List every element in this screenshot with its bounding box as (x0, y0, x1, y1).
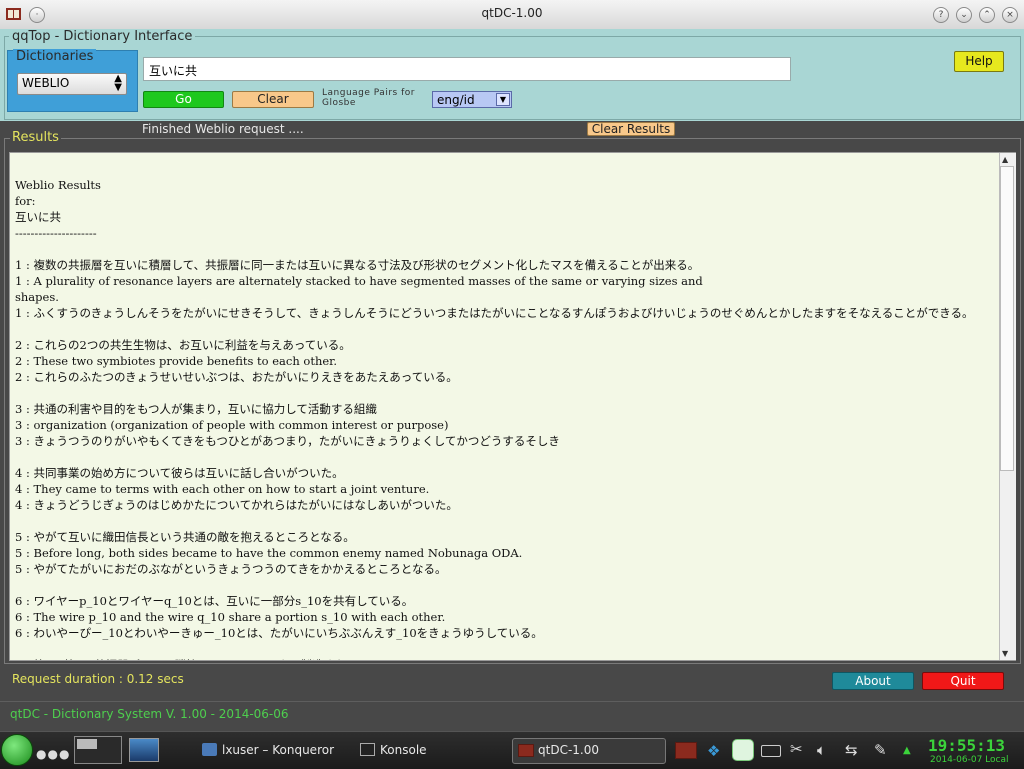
minimize-icon[interactable]: ⌄ (956, 7, 972, 23)
search-input[interactable]: 互いに共 (143, 57, 791, 81)
about-button[interactable]: About (832, 672, 914, 690)
group-title: qqTop - Dictionary Interface (9, 29, 196, 44)
title-bar[interactable]: · qtDC-1.00 ? ⌄ ⌃ × (0, 0, 1024, 30)
go-button[interactable]: Go (143, 91, 224, 108)
result-line: 6 : The wire p_10 and the wire q_10 shar… (15, 610, 446, 624)
result-line: 2 : これらの2つの共生生物は、お互いに利益を与えあっている。 (15, 338, 351, 352)
result-line (15, 449, 974, 465)
pager-icon[interactable] (74, 736, 122, 764)
footer-text: qtDC - Dictionary System V. 1.00 - 2014-… (10, 707, 289, 721)
result-line: 3 : 共通の利害や目的をもつ人が集まり，互いに協力して活動する組織 (15, 402, 377, 416)
keyboard-icon[interactable] (761, 745, 781, 757)
pen-icon[interactable]: ✎ (874, 741, 887, 759)
result-line: 1 : 複数の共振層を互いに積層して、共振層に同一または互いに異なる寸法及び形状… (15, 258, 700, 272)
clear-button[interactable]: Clear (232, 91, 314, 108)
dropbox-icon[interactable]: ❖ (707, 742, 720, 760)
terminal-icon (360, 743, 375, 756)
result-line: 3 : きょうつうのりがいやもくてきをもつひとがあつまり，たがいにきょうりょくし… (15, 434, 560, 448)
status-text: Finished Weblio request .... (142, 122, 304, 136)
maximize-icon[interactable]: ⌃ (979, 7, 995, 23)
volume-icon[interactable]: 🔈︎ (817, 741, 826, 759)
result-line: 6 : わいやーぴー_10とわいやーきゅー_10とは、たがいにいちぶぶんえす_1… (15, 626, 543, 640)
result-line: 4 : 共同事業の始め方について彼らは互いに話し合いがついた。 (15, 466, 344, 480)
tray-expand-icon[interactable]: ▲ (903, 745, 911, 756)
book-tray-icon[interactable] (675, 742, 697, 759)
result-line: 6 : ワイヤーp_10とワイヤーq_10とは、互いに一部分s_10を共有してい… (15, 594, 414, 608)
chevron-down-icon: ▼ (496, 93, 510, 106)
request-duration: Request duration : 0.12 secs (12, 672, 184, 686)
result-line: 4 : きょうどうじぎょうのはじめかたについてかれらはたがいにはなしあいがついた… (15, 498, 458, 512)
scrollbar-thumb[interactable] (1000, 166, 1014, 471)
results-text-area[interactable]: Weblio Results for: 互いに共 ------------------… (9, 152, 1016, 661)
help-button[interactable]: Help (954, 51, 1004, 72)
task-konqueror[interactable]: lxuser – Konqueror (222, 743, 334, 757)
notes-icon[interactable] (732, 739, 754, 761)
result-line (15, 385, 974, 401)
result-line (15, 241, 974, 257)
result-line: 5 : やがて互いに織田信長という共通の敵を抱えるところとなる。 (15, 530, 355, 544)
show-desktop-icon[interactable] (129, 738, 159, 762)
result-line (15, 577, 974, 593)
language-pairs-label: Language Pairs for Glosbe (322, 88, 415, 108)
result-line (15, 321, 974, 337)
result-line: 3 : organization (organization of people… (15, 418, 449, 432)
language-pair-value: eng/id (437, 93, 475, 107)
task-qtdc-label: qtDC-1.00 (538, 743, 599, 757)
start-menu-icon[interactable] (1, 734, 33, 766)
result-line: 4 : They came to terms with each other o… (15, 482, 430, 496)
dictionary-select-value: WEBLIO (22, 76, 70, 90)
result-line: 互いに共 (15, 210, 61, 224)
help-window-icon[interactable]: ? (933, 7, 949, 23)
quit-button[interactable]: Quit (922, 672, 1004, 690)
updown-arrows-icon: ▲ ▼ (114, 73, 122, 93)
result-line: 1 : A plurality of resonance layers are … (15, 274, 703, 288)
result-line: 2 : These two symbiotes provide benefits… (15, 354, 338, 368)
dictionaries-title: Dictionaries (13, 49, 97, 64)
task-konsole[interactable]: Konsole (380, 743, 427, 757)
dictionary-select[interactable]: WEBLIO ▲ ▼ (17, 73, 127, 95)
qtdc-task-icon (518, 744, 534, 757)
result-line: 5 : やがてたがいにおだのぶながというきょうつうのてきをかかえるところとなる。 (15, 562, 447, 576)
result-line: 1 : ふくすうのきょうしんそうをたがいにせきそうして、きょうしんそうにどういつ… (15, 306, 974, 320)
result-line (15, 641, 974, 657)
window-title: qtDC-1.00 (481, 6, 543, 20)
clock-time[interactable]: 19:55:13 (928, 736, 1005, 755)
result-line: 2 : これらのふたつのきょうせいせいぶつは、おたがいにりえきをあたえあっている… (15, 370, 458, 384)
close-icon[interactable]: × (1002, 7, 1018, 23)
network-icon[interactable]: ⇆ (845, 741, 858, 759)
result-line: for: (15, 194, 36, 208)
results-title: Results (10, 130, 61, 145)
results-text: Weblio Results for: 互いに共 ------------------… (15, 177, 974, 660)
result-line (15, 513, 974, 529)
folder-icon (202, 743, 217, 756)
result-line: Weblio Results (15, 178, 101, 192)
result-line: shapes. (15, 290, 59, 304)
scissors-icon[interactable]: ✂ (790, 740, 803, 758)
scroll-down-icon[interactable]: ▼ (1002, 649, 1008, 658)
dots-icon[interactable]: ●●● (36, 747, 70, 761)
clock-date: 2014-06-07 Local (930, 755, 1009, 765)
result-line: 7 : 第1と第2の共振器が互いに隣接してモノリシックに製造される (15, 657, 974, 660)
result-line: --------------------- (15, 226, 97, 240)
clear-results-button[interactable]: Clear Results (587, 122, 675, 136)
scroll-up-icon[interactable]: ▲ (1002, 155, 1008, 164)
language-pair-select[interactable]: eng/id ▼ (432, 91, 512, 108)
result-line: 5 : Before long, both sides became to ha… (15, 546, 523, 560)
